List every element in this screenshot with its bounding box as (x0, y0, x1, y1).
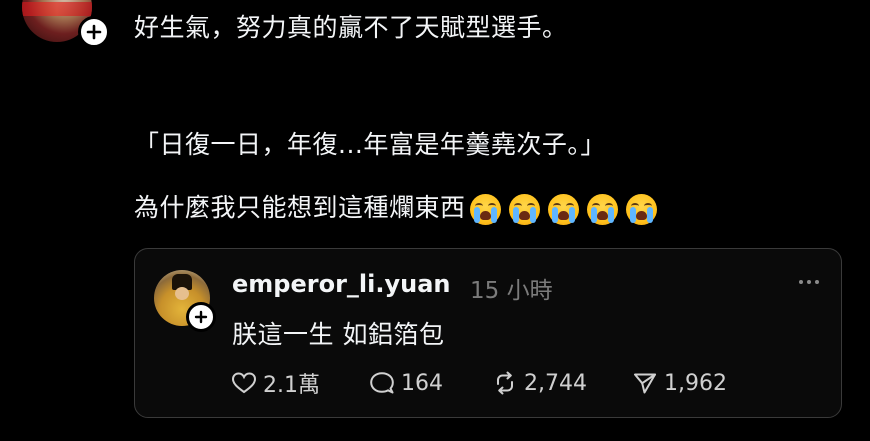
plus-icon (86, 24, 102, 40)
loudly-crying-face-emoji (469, 193, 501, 225)
reply-count: 164 (401, 370, 443, 396)
quoted-action-bar: 2.1萬 164 2,744 1,962 (231, 367, 727, 399)
repost-icon (497, 371, 513, 395)
heart-icon (231, 372, 257, 394)
share-button[interactable]: 1,962 (632, 371, 727, 396)
post-text-line-3: 為什麼我只能想到這種爛東西 (134, 193, 657, 225)
loudly-crying-face-emoji (586, 193, 618, 225)
send-icon (634, 373, 656, 394)
emoji-row (469, 193, 657, 225)
quoted-follow-plus-button[interactable] (186, 302, 216, 332)
repost-count: 2,744 (524, 370, 587, 396)
quoted-username[interactable]: emperor_li.yuan (232, 270, 450, 298)
repost-button[interactable]: 2,744 (492, 371, 632, 396)
loudly-crying-face-emoji (508, 193, 540, 225)
loudly-crying-face-emoji (625, 193, 657, 225)
like-count: 2.1萬 (263, 373, 320, 398)
quoted-timestamp: 15 小時 (470, 278, 553, 304)
post-text-line-1: 好生氣，努力真的贏不了天賦型選手。 (134, 13, 568, 42)
loudly-crying-face-emoji (547, 193, 579, 225)
reply-button[interactable]: 164 (369, 371, 492, 396)
post-text-line-2: 「日復一日，年復...年富是年羹堯次子。」 (134, 130, 606, 159)
quoted-post-card[interactable]: emperor_li.yuan 15 小時 朕這一生 如鋁箔包 2.1萬 164 (134, 248, 842, 418)
more-options-icon[interactable] (799, 280, 819, 284)
quoted-post-text: 朕這一生 如鋁箔包 (232, 320, 445, 349)
comment-icon (370, 372, 394, 394)
plus-icon (194, 310, 208, 324)
share-count: 1,962 (664, 370, 727, 396)
post-text-line-3-text: 為什麼我只能想到這種爛東西 (134, 193, 466, 222)
follow-plus-button[interactable] (78, 16, 110, 48)
like-button[interactable]: 2.1萬 (231, 367, 331, 399)
